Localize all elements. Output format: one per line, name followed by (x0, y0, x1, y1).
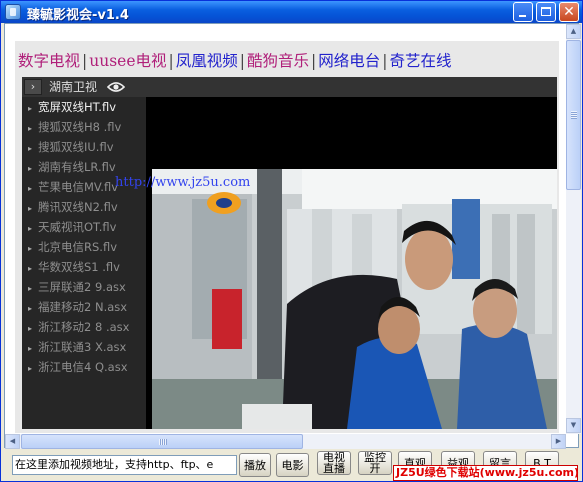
playlist-item[interactable]: ▸ 三屏联通2 9.asx (28, 277, 126, 297)
playlist-item[interactable]: ▸ 浙江电信4 Q.asx (28, 357, 128, 377)
tab-phoenix-video[interactable]: 凤凰视频 (176, 49, 238, 73)
playlist-item-label: 福建移动2 N.asx (38, 300, 128, 314)
playlist-bullet-icon: ▸ (28, 284, 33, 293)
scroll-right-icon[interactable]: ▶ (551, 434, 566, 449)
tab-iqiyi-online[interactable]: 奇艺在线 (390, 49, 452, 73)
tab-web-radio[interactable]: 网络电台 (318, 49, 380, 73)
vertical-scrollbar[interactable]: ▲ ▼ (566, 24, 581, 434)
playlist-bullet-icon: ▸ (28, 124, 33, 133)
tab-separator: | (239, 52, 245, 70)
video-frame[interactable] (152, 169, 557, 429)
horizontal-scroll-thumb[interactable] (21, 434, 303, 449)
playlist-item[interactable]: ▸ 湖南有线LR.flv (28, 157, 116, 177)
playlist-item[interactable]: ▸ 华数双线S1 .flv (28, 257, 120, 277)
tv-live-label-line2: 直播 (323, 462, 345, 475)
close-icon: ✕ (563, 4, 575, 20)
tv-live-button[interactable]: 电视 直播 (317, 451, 351, 475)
playlist-sidebar: ▸ 宽屏双线HT.flv ▸ 搜狐双线H8 .flv ▸ 搜狐双线IU.flv ▸ 湖南有线L… (22, 97, 146, 429)
playlist-item-label: 浙江联通3 X.asx (38, 340, 127, 354)
scroll-up-icon[interactable]: ▲ (566, 24, 581, 39)
scroll-left-icon[interactable]: ◀ (5, 434, 20, 449)
playlist-item-label: 腾讯双线N2.flv (38, 200, 118, 214)
tab-separator: | (168, 52, 174, 70)
playlist-bullet-icon: ▸ (28, 244, 33, 253)
playlist-item[interactable]: ▸ 搜狐双线IU.flv (28, 137, 114, 157)
vertical-scroll-thumb[interactable] (566, 40, 581, 190)
playlist-item-label: 浙江移动2 8 .asx (38, 320, 130, 334)
playlist-item[interactable]: ▸ 天威视讯OT.flv (28, 217, 116, 237)
video-player: › 湖南卫视 ▸ 宽屏双线HT.flv ▸ 搜狐双线H8 .flv ▸ 搜狐双线IU.fl… (22, 77, 557, 429)
video-watermark: http://www.jz5u.com (115, 175, 251, 190)
playlist-bullet-icon: ▸ (28, 364, 33, 373)
monitor-button[interactable]: 监控开 (358, 451, 392, 475)
playlist-bullet-icon: ▸ (28, 104, 33, 113)
minimize-button[interactable] (513, 2, 533, 22)
playlist-item[interactable]: ▸ 福建移动2 N.asx (28, 297, 127, 317)
playlist-bullet-icon: ▸ (28, 224, 33, 233)
minimize-icon (519, 15, 526, 17)
playlist-item-label: 搜狐双线IU.flv (38, 140, 114, 154)
tab-separator: | (311, 52, 317, 70)
player-top-bar: › 湖南卫视 (22, 77, 557, 97)
maximize-icon (541, 7, 551, 16)
tab-separator: | (82, 52, 88, 70)
playlist-item-label: 华数双线S1 .flv (38, 260, 120, 274)
maximize-button[interactable] (536, 2, 556, 22)
playlist-item-label: 宽屏双线HT.flv (38, 100, 117, 114)
tab-digital-tv[interactable]: 数字电视 (18, 49, 80, 73)
playlist-bullet-icon: ▸ (28, 264, 33, 273)
app-icon[interactable] (5, 4, 21, 20)
tv-live-label: 电视 直播 (323, 452, 345, 474)
playlist-item-label: 浙江电信4 Q.asx (38, 360, 128, 374)
bottom-toolbar: 在这里添加视频地址，支持http、ftp、e 播放 电影 电视 直播 监控开 直观… (1, 449, 582, 481)
tab-separator: | (382, 52, 388, 70)
tab-kugou-music[interactable]: 酷狗音乐 (247, 49, 309, 73)
playlist-item[interactable]: ▸ 北京电信RS.flv (28, 237, 117, 257)
close-button[interactable]: ✕ (559, 2, 579, 22)
playlist-item-label: 搜狐双线H8 .flv (38, 120, 122, 134)
window-title: 臻毓影视会-v1.4 (27, 8, 129, 23)
playlist-bullet-icon: ▸ (28, 304, 33, 313)
playlist-toggle-button[interactable]: › (24, 79, 42, 95)
tab-uusee-tv[interactable]: uusee电视 (89, 49, 166, 73)
playlist-bullet-icon: ▸ (28, 324, 33, 333)
playlist-item-label: 三屏联通2 9.asx (38, 280, 126, 294)
playlist-item[interactable]: ▸ 芒果电信MV.flv (28, 177, 118, 197)
playlist-item[interactable]: ▸ 浙江联通3 X.asx (28, 337, 126, 357)
playlist-bullet-icon: ▸ (28, 344, 33, 353)
monitor-label-line2: 开 (369, 462, 381, 475)
movie-button[interactable]: 电影 (276, 453, 309, 477)
playlist-item[interactable]: ▸ 浙江移动2 8 .asx (28, 317, 129, 337)
video-url-input[interactable]: 在这里添加视频地址，支持http、ftp、e (12, 455, 237, 475)
play-button[interactable]: 播放 (239, 453, 271, 477)
station-name: 湖南卫视 (49, 80, 98, 94)
playlist-bullet-icon: ▸ (28, 164, 33, 173)
playlist-item-label: 芒果电信MV.flv (38, 180, 119, 194)
playlist-item[interactable]: ▸ 宽屏双线HT.flv (28, 97, 116, 117)
horizontal-scrollbar[interactable]: ◀ ▶ (5, 434, 566, 449)
playlist-bullet-icon: ▸ (28, 184, 33, 193)
scroll-down-icon[interactable]: ▼ (566, 418, 581, 433)
app-window: 臻毓影视会-v1.4 ✕ ▲ ▼ ◀ ▶ 数字电视 | uusee电视 | 凤凰视频 | 酷… (0, 0, 583, 482)
download-site-banner: JZ5U绿色下载站(www.jz5u.com) (393, 465, 579, 481)
eye-icon[interactable] (107, 80, 125, 94)
playlist-item[interactable]: ▸ 搜狐双线H8 .flv (28, 117, 121, 137)
playlist-bullet-icon: ▸ (28, 204, 33, 213)
channel-tabs: 数字电视 | uusee电视 | 凤凰视频 | 酷狗音乐 | 网络电台 | 奇艺在线 (18, 49, 452, 73)
title-bar[interactable]: 臻毓影视会-v1.4 ✕ (1, 1, 582, 23)
playlist-item-label: 北京电信RS.flv (38, 240, 117, 254)
playlist-item-label: 天威视讯OT.flv (38, 220, 117, 234)
playlist-item-label: 湖南有线LR.flv (38, 160, 116, 174)
playlist-item[interactable]: ▸ 腾讯双线N2.flv (28, 197, 118, 217)
playlist-bullet-icon: ▸ (28, 144, 33, 153)
monitor-label: 监控开 (364, 452, 386, 474)
